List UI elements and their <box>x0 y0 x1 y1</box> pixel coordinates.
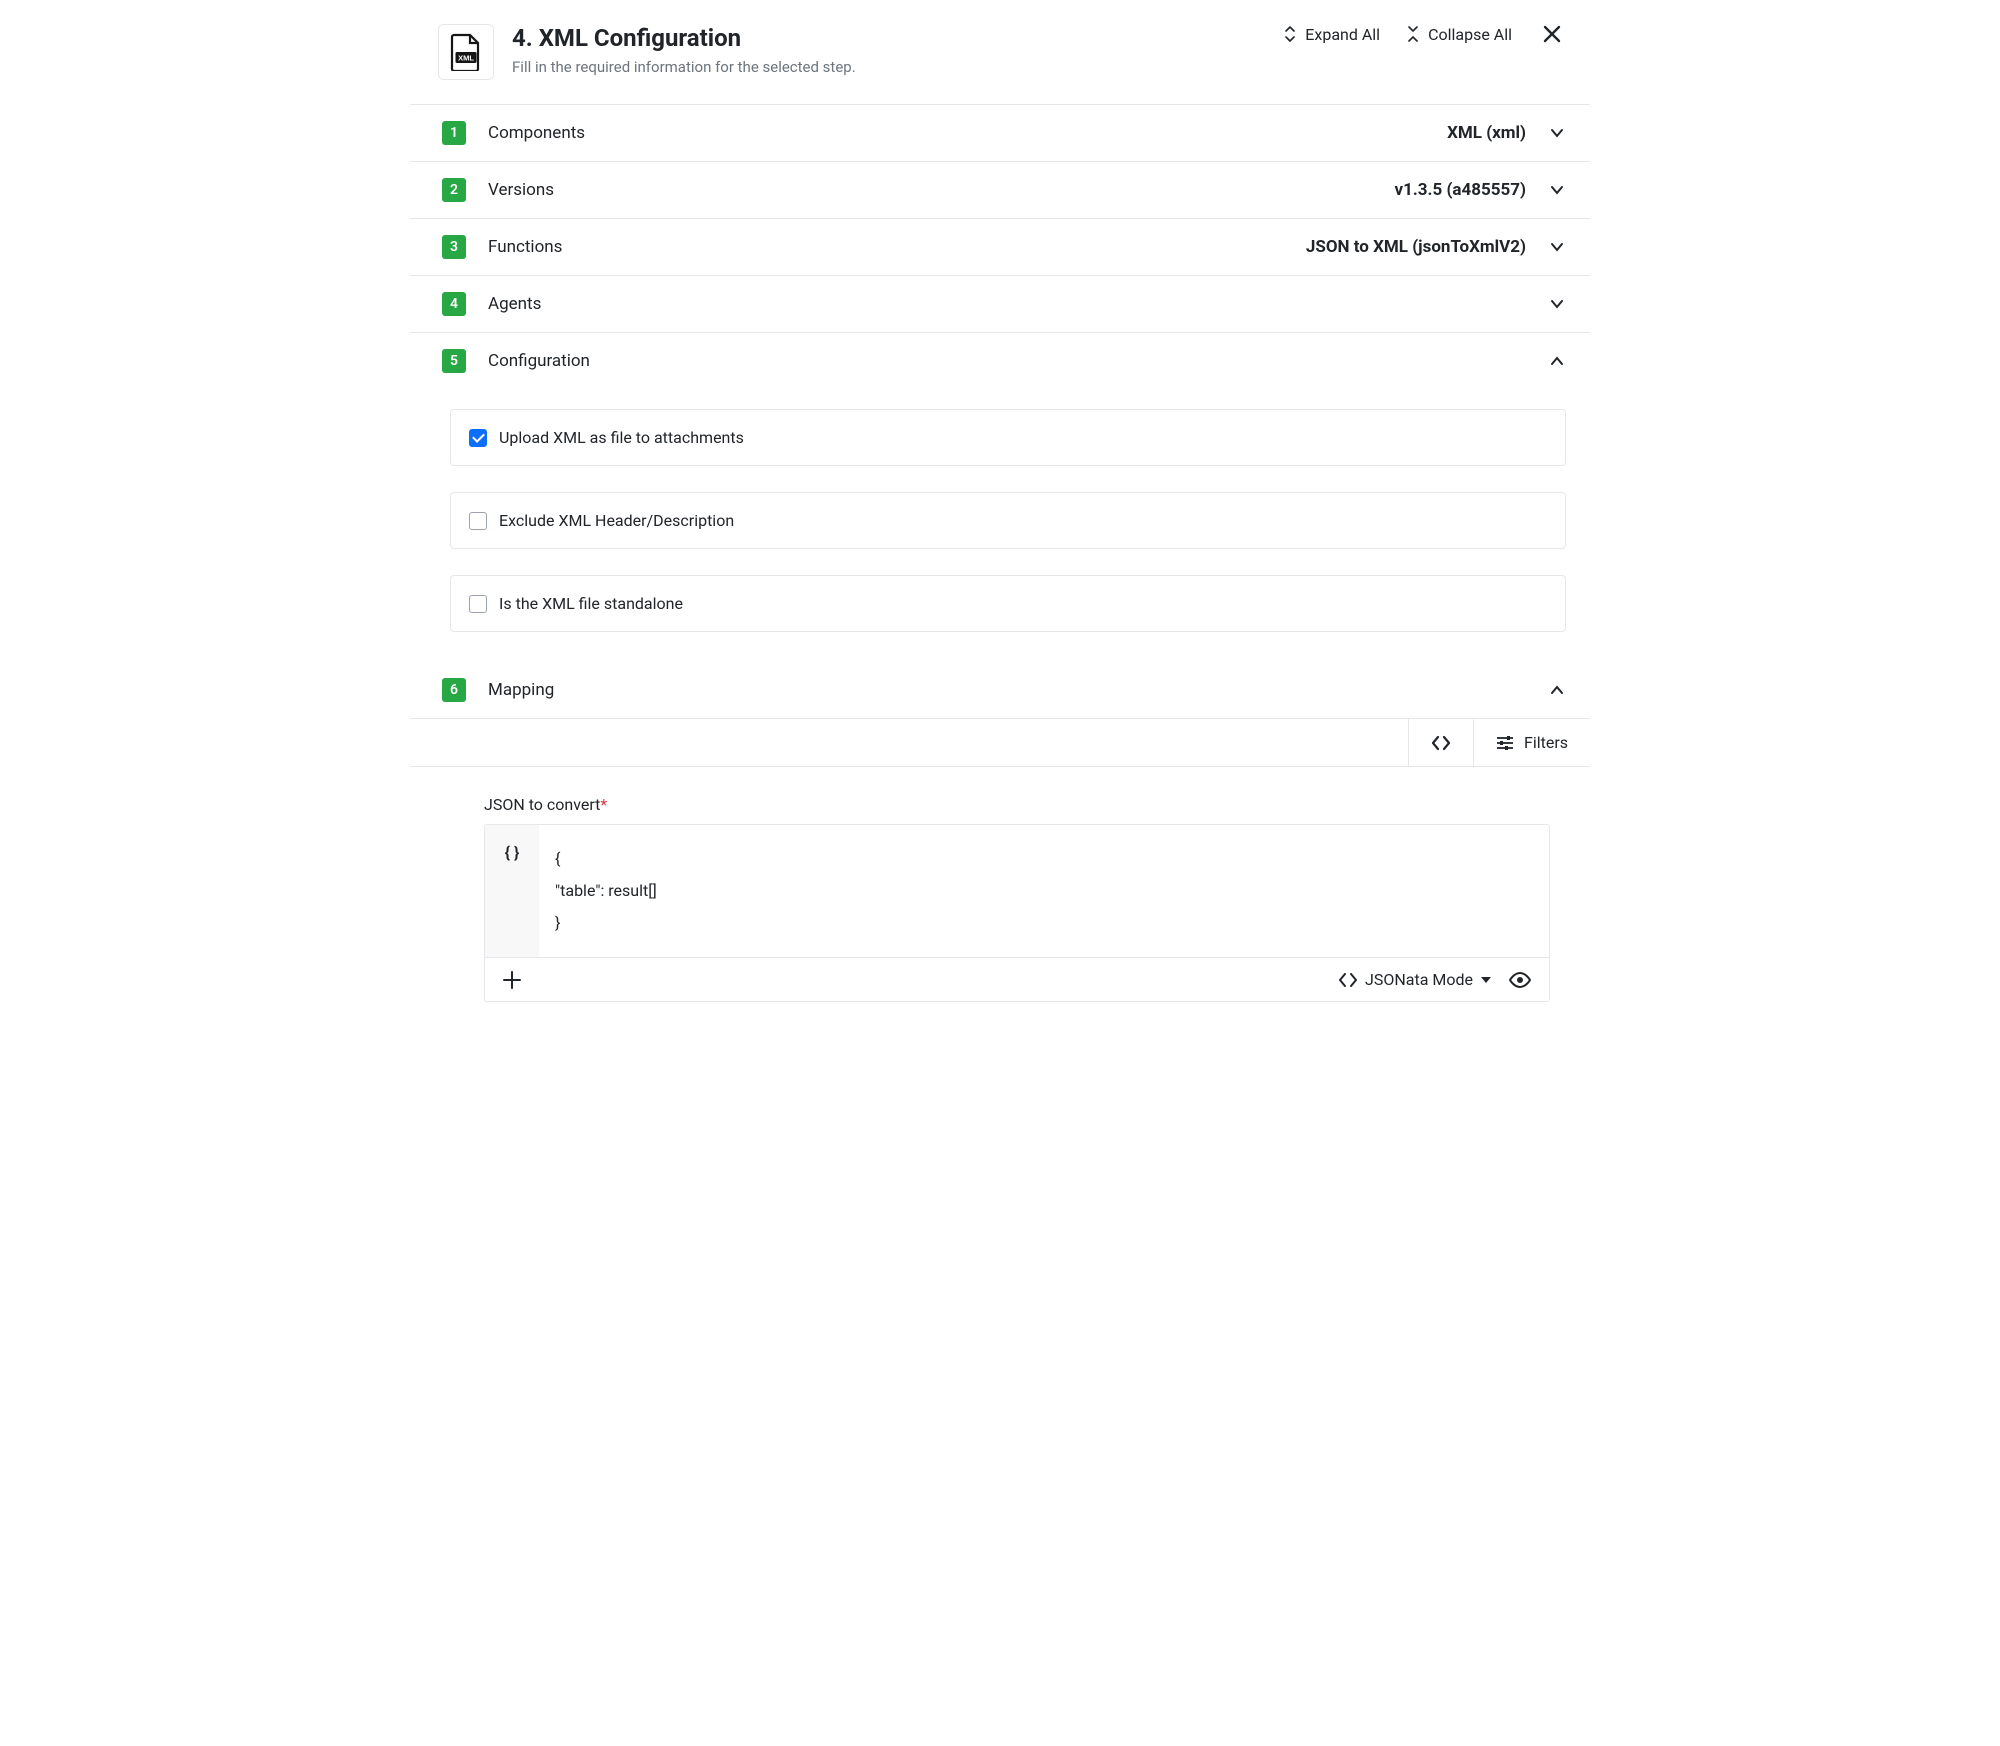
eye-icon <box>1509 972 1531 988</box>
close-button[interactable] <box>1538 24 1566 44</box>
option-label: Is the XML file standalone <box>499 594 683 613</box>
collapse-icon <box>1406 26 1420 42</box>
code-content[interactable]: { "table": result[] } <box>539 825 1549 957</box>
checkbox[interactable] <box>469 429 487 447</box>
section-label: Functions <box>488 237 1306 257</box>
code-icon <box>1431 735 1451 751</box>
preview-button[interactable] <box>1509 972 1531 988</box>
expand-icon <box>1283 26 1297 42</box>
header-titles: 4. XML Configuration Fill in the require… <box>512 24 1265 76</box>
section-functions[interactable]: 3 Functions JSON to XML (jsonToXmlV2) <box>410 219 1590 276</box>
step-number-badge: 3 <box>442 235 466 259</box>
code-footer: JSONata Mode <box>485 957 1549 1001</box>
panel-subtitle: Fill in the required information for the… <box>512 58 1265 76</box>
jsonata-mode-button[interactable]: JSONata Mode <box>1339 970 1491 989</box>
code-gutter: { } <box>485 825 539 957</box>
header-actions: Expand All Collapse All <box>1283 24 1566 44</box>
section-agents[interactable]: 4 Agents <box>410 276 1590 333</box>
step-config-panel: XML 4. XML Configuration Fill in the req… <box>410 0 1590 1012</box>
checkbox[interactable] <box>469 595 487 613</box>
section-label: Mapping <box>488 680 1548 700</box>
filters-button[interactable]: Filters <box>1473 719 1590 766</box>
option-exclude-header[interactable]: Exclude XML Header/Description <box>450 492 1566 549</box>
step-number-badge: 5 <box>442 349 466 373</box>
section-value: v1.3.5 (a485557) <box>1395 180 1526 200</box>
section-label: Components <box>488 123 1447 143</box>
step-number-badge: 4 <box>442 292 466 316</box>
step-number-badge: 1 <box>442 121 466 145</box>
chevron-up-icon <box>1548 352 1566 370</box>
close-icon <box>1542 24 1562 44</box>
caret-down-icon <box>1481 977 1491 983</box>
option-upload-xml[interactable]: Upload XML as file to attachments <box>450 409 1566 466</box>
section-mapping[interactable]: 6 Mapping <box>410 662 1590 718</box>
panel-header: XML 4. XML Configuration Fill in the req… <box>410 0 1590 105</box>
sliders-icon <box>1496 735 1514 751</box>
section-label: Configuration <box>488 351 1548 371</box>
step-number-badge: 2 <box>442 178 466 202</box>
section-label: Versions <box>488 180 1395 200</box>
braces-icon: { } <box>505 843 520 862</box>
section-configuration[interactable]: 5 Configuration <box>410 333 1590 389</box>
section-value: JSON to XML (jsonToXmlV2) <box>1306 237 1526 257</box>
svg-text:XML: XML <box>458 54 474 63</box>
chevron-down-icon <box>1548 295 1566 313</box>
configuration-body: Upload XML as file to attachments Exclud… <box>410 389 1590 662</box>
panel-title: 4. XML Configuration <box>512 24 1265 52</box>
option-label: Exclude XML Header/Description <box>499 511 734 530</box>
code-view-button[interactable] <box>1408 719 1473 766</box>
add-button[interactable] <box>503 971 521 989</box>
option-label: Upload XML as file to attachments <box>499 428 744 447</box>
mapping-body: JSON to convert* { } { "table": result[]… <box>410 767 1590 1012</box>
code-icon <box>1339 973 1357 987</box>
step-number-badge: 6 <box>442 678 466 702</box>
section-versions[interactable]: 2 Versions v1.3.5 (a485557) <box>410 162 1590 219</box>
section-label: Agents <box>488 294 1548 314</box>
chevron-down-icon <box>1548 181 1566 199</box>
section-value: XML (xml) <box>1447 123 1526 143</box>
section-components[interactable]: 1 Components XML (xml) <box>410 105 1590 162</box>
checkbox[interactable] <box>469 512 487 530</box>
collapse-all-button[interactable]: Collapse All <box>1406 25 1512 44</box>
chevron-down-icon <box>1548 238 1566 256</box>
chevron-up-icon <box>1548 681 1566 699</box>
chevron-down-icon <box>1548 124 1566 142</box>
xml-file-icon: XML <box>438 24 494 80</box>
option-standalone[interactable]: Is the XML file standalone <box>450 575 1566 632</box>
expand-all-button[interactable]: Expand All <box>1283 25 1380 44</box>
plus-icon <box>503 971 521 989</box>
mapping-toolbar: Filters <box>410 718 1590 767</box>
field-label: JSON to convert* <box>484 795 1550 814</box>
code-editor: { } { "table": result[] } JSONata Mode <box>484 824 1550 1002</box>
required-asterisk: * <box>600 795 607 814</box>
